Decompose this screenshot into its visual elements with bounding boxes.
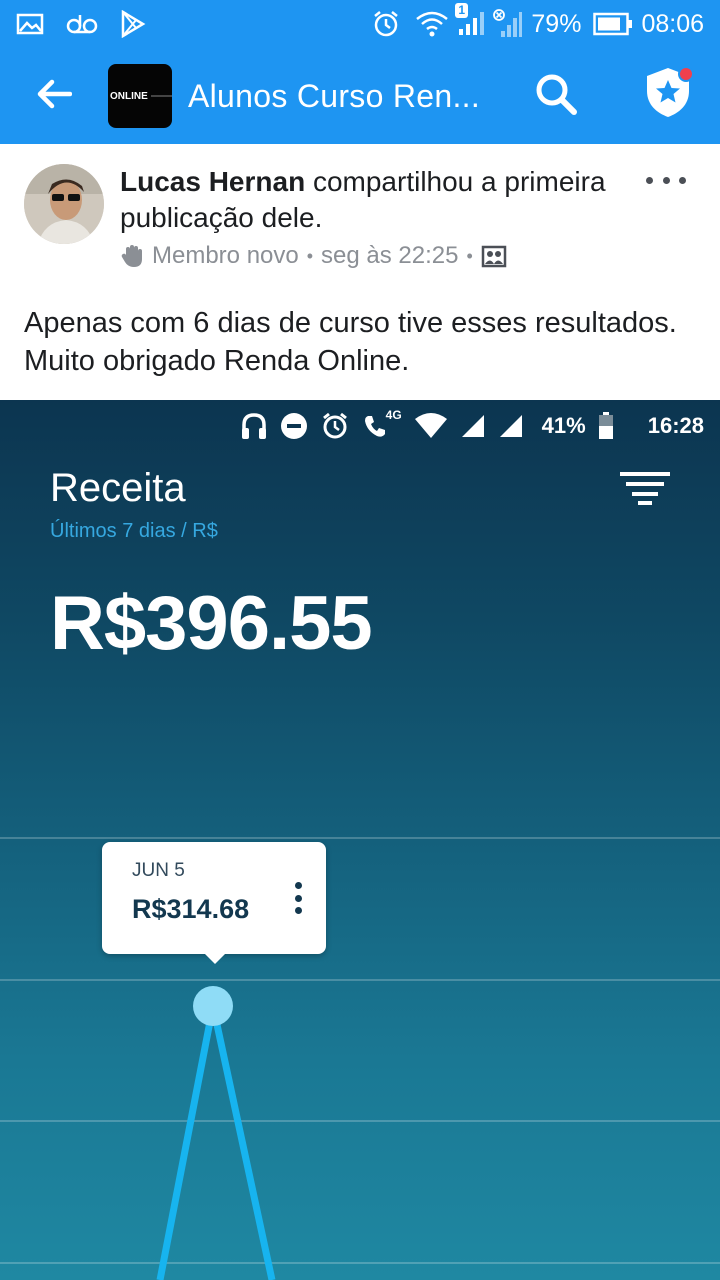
- post: Lucas Hernan compartilhou a primeira pub…: [0, 144, 720, 400]
- volte-call-icon: 4G: [362, 408, 402, 440]
- signal-icon-2: [498, 413, 524, 439]
- revenue-title: Receita: [50, 466, 186, 510]
- chart-tooltip: JUN 5 R$314.68: [102, 842, 326, 964]
- headphones-icon: [240, 411, 268, 441]
- chart-line: [156, 1005, 276, 1280]
- kebab-menu-icon: [294, 882, 302, 889]
- inner-battery-percent: 41%: [541, 413, 586, 438]
- back-button[interactable]: [0, 48, 110, 144]
- revenue-chart: [156, 986, 276, 1280]
- clock: 08:06: [641, 9, 704, 38]
- more-options-button[interactable]: [646, 166, 686, 194]
- post-header: Lucas Hernan compartilhou a primeira pub…: [120, 164, 620, 236]
- notification-dot: [678, 66, 694, 82]
- tooltip-value: R$314.68: [132, 894, 250, 924]
- image-icon: [16, 13, 44, 35]
- app-bar: ONLINE Alunos Curso Ren...: [0, 48, 720, 144]
- battery-icon: [593, 12, 633, 36]
- back-arrow-icon: [36, 79, 73, 114]
- author-name[interactable]: Lucas Hernan: [120, 166, 305, 197]
- post-timestamp[interactable]: seg às 22:25: [321, 242, 458, 270]
- revenue-period[interactable]: Últimos 7 dias / R$: [50, 520, 218, 543]
- alarm-icon: [371, 9, 401, 39]
- group-title[interactable]: Alunos Curso Ren...: [188, 78, 498, 115]
- wifi-icon: [415, 9, 449, 39]
- chart-gridline: [0, 837, 720, 839]
- search-button[interactable]: [526, 66, 586, 126]
- wifi-icon: [414, 413, 448, 439]
- tooltip-menu-button[interactable]: [292, 882, 304, 914]
- post-meta: Membro novo • seg às 22:25 •: [120, 242, 507, 270]
- signal-icon: [460, 413, 486, 439]
- battery-icon: [598, 412, 614, 440]
- filter-icon: [618, 472, 674, 510]
- signal-icon: 1: [455, 3, 485, 37]
- post-body: Apenas com 6 dias de curso tive esses re…: [24, 307, 677, 377]
- more-dot-icon: [646, 176, 653, 184]
- dnd-icon: [280, 412, 308, 440]
- group-audience-icon: [481, 244, 507, 268]
- author-avatar[interactable]: [24, 164, 104, 244]
- admin-shield-button[interactable]: [636, 62, 700, 126]
- alarm-icon: [320, 411, 350, 441]
- group-avatar[interactable]: ONLINE: [108, 64, 172, 128]
- status-bar: 1 79% 08:06: [0, 0, 720, 48]
- battery-percent: 79%: [531, 9, 582, 38]
- inner-clock: 16:28: [647, 413, 704, 438]
- signal-off-icon: [493, 9, 523, 39]
- filter-button[interactable]: [618, 470, 674, 506]
- post-image[interactable]: 4G 41% 16:28 Receita Últimos 7 dias / R$…: [0, 400, 720, 1280]
- play-store-icon: [120, 10, 146, 38]
- member-badge[interactable]: Membro novo: [152, 242, 299, 270]
- tooltip-date: JUN 5: [132, 860, 185, 881]
- inner-status-bar: 4G 41% 16:28: [240, 408, 704, 444]
- revenue-total: R$396.55: [50, 581, 373, 666]
- voicemail-icon: [66, 13, 98, 35]
- chart-point: [193, 986, 233, 1026]
- notification-badge: 1: [455, 3, 469, 18]
- wave-hand-icon: [120, 243, 146, 269]
- search-icon: [534, 72, 578, 121]
